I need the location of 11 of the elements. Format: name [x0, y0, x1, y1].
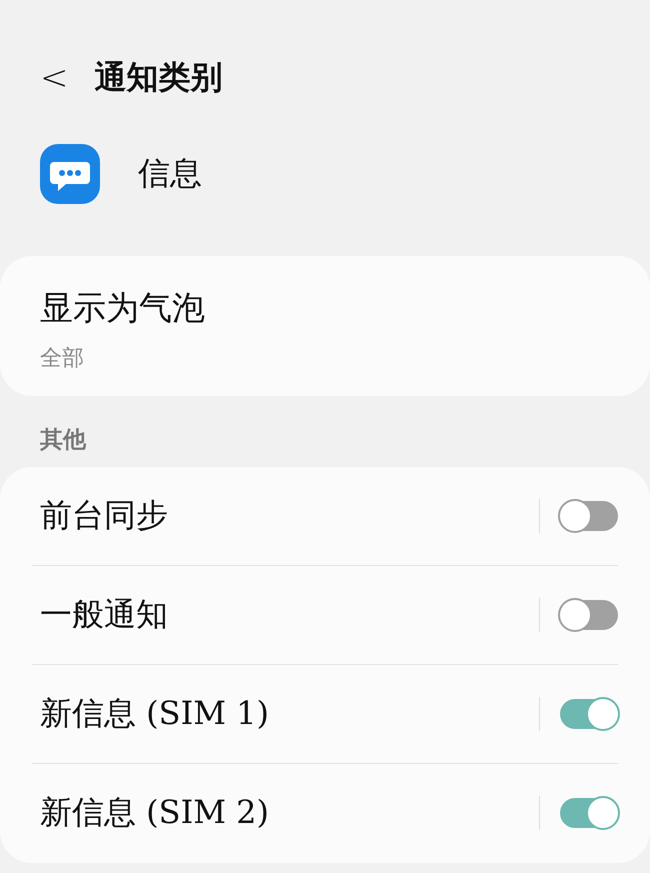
setting-value: 全部 [40, 345, 85, 373]
app-name: 信息 [138, 153, 202, 194]
setting-label: 新信息 (SIM 1) [39, 693, 270, 734]
page-title: 通知类别 [94, 57, 222, 98]
setting-label: 一般通知 [39, 594, 169, 635]
back-button[interactable]: < [36, 58, 72, 98]
section-title: 其他 [39, 425, 88, 455]
setting-label: 前台同步 [39, 495, 169, 536]
bubble-setting[interactable]: 显示为气泡 全部 [0, 256, 650, 396]
setting-label: 新信息 (SIM 2) [39, 792, 270, 833]
setting-title: 显示为气泡 [40, 287, 206, 329]
